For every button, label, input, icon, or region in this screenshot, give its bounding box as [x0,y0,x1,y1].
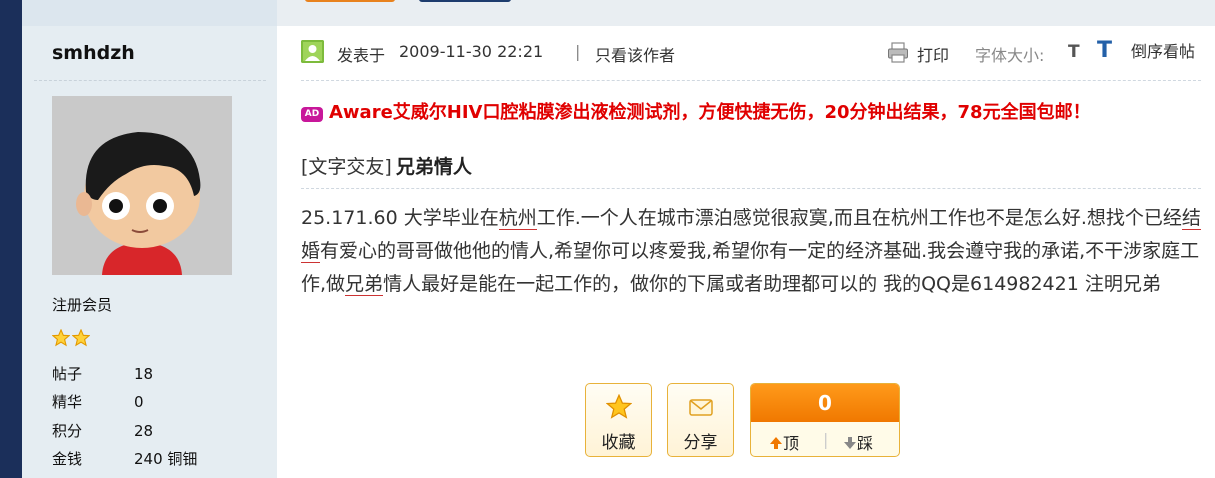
stat-value: 0 [134,393,144,411]
post-text: 25.171.60 大学毕业在 [301,207,499,229]
stat-money: 金钱 240 铜钿 [52,448,272,469]
avatar[interactable] [52,96,232,275]
favorite-button[interactable]: 收藏 [585,383,652,457]
keyword-link[interactable]: 兄弟 [345,273,384,296]
author-username[interactable]: smhdzh [52,42,135,64]
post-content: 25.171.60 大学毕业在杭州工作.一个人在城市漂泊感觉很寂寞,而且在杭州工… [301,202,1206,301]
arrow-down-icon [844,437,856,449]
stat-digest: 精华 0 [52,391,272,412]
stat-value: 28 [134,422,154,440]
post-text: 情人最好是能在一起工作的，做你的下属或者助理都可以的 我的QQ是61498242… [383,273,1161,295]
stat-value: 240 铜钿 [134,450,198,468]
vote-separator: | [823,430,829,449]
posted-label: 发表于 [337,46,386,65]
star-icon [72,329,90,347]
reverse-order-link[interactable]: 倒序看帖 [1131,38,1195,62]
star-icon [52,329,70,347]
vote-up-button[interactable]: 顶 [769,430,799,454]
ad-text[interactable]: Aware艾威尔HIV口腔粘膜渗出液检测试剂，方便快捷无伤，20分钟出结果，78… [329,102,1091,123]
vote-box: 0 顶 | 踩 [750,383,900,457]
online-status-icon [301,40,324,63]
vote-up-label: 顶 [783,434,800,453]
post-time: 2009-11-30 22:21 [399,42,544,61]
sidebar-divider [34,80,266,81]
share-button[interactable]: 分享 [667,383,734,457]
share-label: 分享 [683,433,718,453]
stat-value: 18 [134,365,154,383]
printer-icon[interactable] [887,41,909,67]
sidebar-top-strip [22,0,277,26]
post-text: 工作.一个人在城市漂泊感觉很寂寞,而且在杭州工作也不是怎么好.想找个已经 [536,207,1182,229]
favorite-label: 收藏 [601,433,636,453]
vote-down-button[interactable]: 踩 [843,430,873,454]
ad-link[interactable]: AD Aware艾威尔HIV口腔粘膜渗出液检测试剂，方便快捷无伤，20分钟出结果，… [301,98,1091,124]
stat-label: 帖子 [52,365,83,383]
vote-count: 0 [751,384,899,422]
print-link[interactable]: 打印 [917,42,949,66]
only-author-link[interactable]: 只看该作者 [595,42,675,66]
main-top-strip [277,0,1215,26]
stat-label: 精华 [52,393,83,411]
ad-badge-icon: AD [301,107,323,122]
stat-posts: 帖子 18 [52,363,272,384]
envelope-icon [688,394,714,425]
header-divider [301,80,1201,81]
post-main: 发表于 2009-11-30 22:21 | 只看该作者 打印 字体大小: T … [277,0,1215,478]
thread-title: [文字交友] 兄弟情人 [301,152,472,179]
post-header: 发表于 2009-11-30 22:21 | 只看该作者 打印 字体大小: T … [277,38,1215,68]
keyword-link[interactable]: 杭州 [498,207,537,230]
header-separator: | [575,42,581,61]
font-size-label: 字体大小: [975,46,1045,65]
stat-label: 积分 [52,422,83,440]
author-sidebar: smhdzh 注册会员 帖子 18 精华 0 积分 28 金钱 240 铜钿 [22,0,277,478]
arrow-up-icon [770,437,782,449]
vote-down-label: 踩 [857,434,874,453]
stat-label: 金钱 [52,450,83,468]
star-icon [605,393,633,425]
font-large-button[interactable]: T [1097,38,1112,63]
left-nav-bar [0,0,22,478]
new-thread-button[interactable] [419,0,511,2]
rank-stars [52,329,90,347]
font-small-button[interactable]: T [1068,42,1080,62]
user-group[interactable]: 注册会员 [52,294,112,315]
thread-title-text: 兄弟情人 [395,156,472,178]
title-divider [301,188,1201,189]
thread-category[interactable]: [文字交友] [301,156,392,178]
stat-points: 积分 28 [52,420,272,441]
reply-button[interactable] [305,0,395,2]
